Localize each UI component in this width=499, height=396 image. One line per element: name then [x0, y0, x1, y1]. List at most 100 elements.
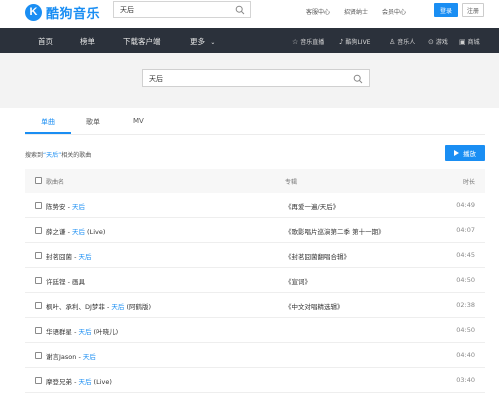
nav-musician[interactable]: ♙ 音乐人 [389, 37, 416, 47]
nav-charts[interactable]: 榜单 [80, 36, 95, 47]
link-careers[interactable]: 招贤纳士 [344, 7, 368, 16]
song-keyword: 天后 [71, 203, 85, 211]
song-title[interactable]: 枫叶、承利、DJ梦菲 - 天后 (阿鹤版) [46, 301, 151, 311]
select-all-checkbox[interactable] [35, 177, 42, 184]
song-title[interactable]: 华语群星 - 天后 (叶晓儿) [46, 326, 118, 336]
song-row[interactable]: 华语群星 - 天后 (叶晓儿) 04:50 [25, 318, 485, 343]
play-button-label: 播放 [463, 150, 476, 158]
song-artist: 许廷铿 - 画具 [46, 278, 85, 286]
kugou-logo-icon: K [25, 3, 42, 21]
play-icon [454, 150, 459, 156]
header-duration: 时长 [462, 179, 475, 186]
row-checkbox[interactable] [35, 377, 42, 384]
song-duration: 04:50 [456, 326, 475, 334]
search-icon[interactable] [235, 5, 245, 15]
result-summary: 搜索到“天后”相关的歌曲 [25, 150, 91, 159]
song-duration: 03:40 [456, 376, 475, 384]
row-checkbox[interactable] [35, 252, 42, 259]
song-keyword: 天后 [111, 303, 125, 311]
song-row[interactable]: 枫叶、承利、DJ梦菲 - 天后 (阿鹤版) 《中文对唱精选辑》 02:38 [25, 293, 485, 318]
nav-download-client[interactable]: 下载客户端 [123, 36, 161, 47]
mall-icon: ▣ [459, 37, 466, 46]
result-prefix: 搜索到 [25, 152, 44, 159]
song-duration: 02:38 [456, 301, 475, 309]
nav-mall-label: 商城 [467, 39, 480, 46]
song-suffix: (Live) [84, 228, 106, 236]
nav-live-label: 音乐直播 [300, 39, 325, 46]
person-icon: ♙ [389, 37, 396, 46]
music-note-icon: ♪ [339, 37, 344, 46]
link-member-center[interactable]: 会员中心 [382, 7, 406, 16]
play-all-button[interactable]: 播放 [445, 145, 485, 161]
gamepad-icon: ⊙ [428, 37, 434, 46]
song-album[interactable]: 《再爱一遍/天后》 [285, 201, 339, 211]
row-checkbox[interactable] [35, 352, 42, 359]
result-keyword: “天后” [43, 152, 62, 159]
top-search-box [113, 1, 251, 18]
song-title[interactable]: 薛之谦 - 天后 (Live) [46, 226, 105, 236]
logo[interactable]: K 酷狗音乐 [25, 3, 100, 22]
song-keyword: 天后 [82, 353, 96, 361]
song-suffix: (叶晓儿) [91, 328, 119, 336]
song-title[interactable]: 陈势安 - 天后 [46, 201, 85, 211]
song-row[interactable]: 封茗囧菌 - 天后 《封茗囧菌翻唱合辑》 04:45 [25, 243, 485, 268]
nav-home[interactable]: 首页 [38, 36, 53, 47]
song-album[interactable]: 《封茗囧菌翻唱合辑》 [285, 251, 350, 261]
nav-live[interactable]: ☆ 音乐直播 [292, 37, 325, 47]
song-album[interactable]: 《中文对唱精选辑》 [285, 301, 344, 311]
row-checkbox[interactable] [35, 302, 42, 309]
song-duration: 04:50 [456, 276, 475, 284]
song-artist: 枫叶、承利、DJ梦菲 - [46, 303, 112, 311]
song-artist: 华语群星 - [46, 328, 79, 336]
tab-mv[interactable]: MV [133, 117, 144, 125]
song-duration: 04:49 [456, 201, 475, 209]
song-table-header: 歌曲名 专辑 时长 [25, 169, 485, 193]
row-checkbox[interactable] [35, 202, 42, 209]
main-search-input[interactable] [149, 74, 339, 84]
search-icon[interactable] [353, 74, 363, 84]
main-nav: 首页 榜单 下载客户端 更多 ⌄ ☆ 音乐直播 ♪ 酷狗LIVE ♙ 音乐人 ⊙… [0, 28, 499, 53]
link-customer-service[interactable]: 客服中心 [306, 7, 330, 16]
song-artist: 薛之谦 - [46, 228, 72, 236]
song-duration: 04:45 [456, 251, 475, 259]
song-keyword: 天后 [78, 328, 92, 336]
result-suffix: 相关的歌曲 [61, 152, 92, 159]
login-button[interactable]: 登录 [434, 3, 458, 17]
nav-mall[interactable]: ▣ 商城 [459, 37, 480, 47]
song-artist: 摩登兄弟 - [46, 378, 79, 386]
nav-more[interactable]: 更多 ⌄ [190, 36, 215, 47]
nav-kugou-live[interactable]: ♪ 酷狗LIVE [339, 37, 371, 47]
tab-playlists[interactable]: 歌单 [86, 117, 100, 127]
main-search-box [142, 69, 370, 87]
top-search-input[interactable] [120, 5, 230, 15]
row-checkbox[interactable] [35, 277, 42, 284]
song-row[interactable]: 薛之谦 - 天后 (Live) 《歌影唱片巡演第二季 第十一期》 04:07 [25, 218, 485, 243]
song-keyword: 天后 [78, 253, 92, 261]
song-row[interactable]: 许廷铿 - 画具 《宣词》 04:50 [25, 268, 485, 293]
song-artist: 谢言Jason - [46, 353, 83, 361]
song-row[interactable]: 谢言Jason - 天后 04:40 [25, 343, 485, 368]
nav-games[interactable]: ⊙ 游戏 [428, 37, 448, 47]
header-album: 专辑 [285, 179, 298, 186]
song-album[interactable]: 《宣词》 [285, 276, 311, 286]
song-row[interactable]: 陈势安 - 天后 《再爱一遍/天后》 04:49 [25, 193, 485, 218]
row-checkbox[interactable] [35, 227, 42, 234]
nav-musician-label: 音乐人 [397, 39, 416, 46]
tab-songs[interactable]: 单曲 [41, 117, 55, 127]
chevron-down-icon: ⌄ [210, 39, 216, 46]
song-keyword: 天后 [78, 378, 92, 386]
song-title[interactable]: 摩登兄弟 - 天后 (Live) [46, 376, 112, 386]
song-title[interactable]: 封茗囧菌 - 天后 [46, 251, 91, 261]
nav-kugou-live-label: 酷狗LIVE [345, 39, 371, 46]
row-checkbox[interactable] [35, 327, 42, 334]
song-row[interactable]: 摩登兄弟 - 天后 (Live) 03:40 [25, 368, 485, 393]
top-bar: K 酷狗音乐 客服中心 招贤纳士 会员中心 登录 注册 [0, 0, 499, 28]
song-artist: 陈势安 - [46, 203, 72, 211]
song-album[interactable]: 《歌影唱片巡演第二季 第十一期》 [285, 226, 385, 236]
star-icon: ☆ [292, 37, 299, 46]
nav-games-label: 游戏 [435, 39, 448, 46]
song-suffix: (Live) [91, 378, 112, 386]
register-button[interactable]: 注册 [462, 3, 484, 17]
song-title[interactable]: 谢言Jason - 天后 [46, 351, 96, 361]
song-title[interactable]: 许廷铿 - 画具 [46, 276, 85, 286]
